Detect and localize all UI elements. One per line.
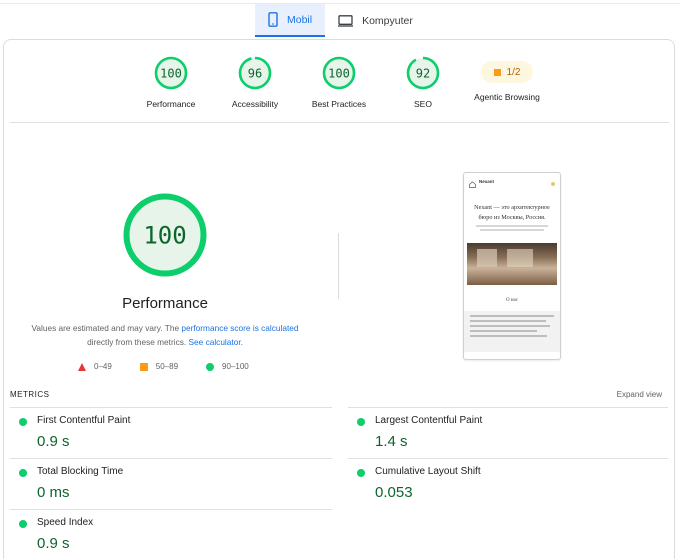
smartphone-icon	[268, 12, 278, 27]
pass-circle-icon	[357, 469, 365, 477]
metric-value: 1.4 s	[375, 433, 408, 450]
category-label: Agentic Browsing	[474, 92, 540, 102]
metric-name: First Contentful Paint	[37, 415, 131, 426]
score-legend: 0–49 50–89 90–100	[78, 362, 277, 371]
score-gauge: 92	[406, 56, 440, 90]
pass-circle-icon	[19, 418, 27, 426]
thumb-brand-name: Nexant	[479, 179, 495, 184]
estimate-note: Values are estimated and may vary. The p…	[20, 321, 310, 349]
legend-average: 50–89	[139, 362, 179, 371]
metric-value: 0.053	[375, 484, 413, 501]
tab-mobile-label: Mobil	[287, 13, 313, 26]
legend-range: 90–100	[222, 362, 249, 371]
thumb-interior-photo	[467, 243, 557, 285]
performance-score: 100	[143, 222, 186, 250]
legend-range: 50–89	[155, 362, 179, 371]
thumb-text-block	[464, 311, 560, 352]
thumb-text-line	[476, 225, 548, 227]
section-divider	[10, 122, 669, 123]
thumb-headline: Nexant — это архитектурное бюро из Москв…	[474, 204, 550, 221]
score-value: 100	[328, 67, 350, 81]
score-gauge: 100	[154, 56, 188, 90]
score-value: 100	[160, 67, 182, 81]
score-gauge: 96	[238, 56, 272, 90]
circle-icon	[206, 362, 215, 371]
performance-title: Performance	[122, 295, 208, 312]
pass-circle-icon	[19, 520, 27, 528]
metric-value: 0.9 s	[37, 535, 70, 552]
see-calculator-link[interactable]: See calculator.	[189, 337, 243, 347]
house-logo-icon	[469, 180, 476, 188]
metric-name: Largest Contentful Paint	[375, 415, 483, 426]
square-icon	[139, 362, 148, 371]
legend-fail: 0–49	[78, 362, 112, 371]
vertical-divider	[338, 233, 339, 299]
score-calculated-link[interactable]: performance score is calculated	[181, 323, 298, 333]
menu-icon	[551, 182, 555, 186]
metric-divider	[10, 458, 332, 459]
thumb-brand: Nexant	[479, 179, 494, 189]
score-value: 92	[416, 67, 430, 81]
page-screenshot-thumbnail[interactable]: Nexant Nexant — это архитектурное бюро и…	[463, 172, 561, 360]
agentic-score: 1/2	[506, 66, 521, 78]
metrics-heading: METRICS	[10, 390, 50, 399]
average-square-icon	[493, 68, 501, 76]
expand-view-toggle[interactable]: Expand view	[617, 390, 662, 399]
thumb-text-line	[480, 229, 544, 231]
legend-pass: 90–100	[206, 362, 249, 371]
desktop-icon	[338, 14, 354, 27]
pass-circle-icon	[357, 418, 365, 426]
metric-divider	[10, 509, 332, 510]
thumb-section-title: О нас	[506, 298, 518, 303]
metric-divider	[348, 407, 668, 408]
agentic-score-badge: 1/2	[481, 61, 533, 83]
score-value: 96	[248, 67, 262, 81]
metric-name: Cumulative Layout Shift	[375, 466, 481, 477]
performance-gauge: 100	[123, 193, 207, 277]
triangle-icon	[78, 362, 86, 371]
note-text: Values are estimated and may vary. The	[31, 323, 182, 333]
metric-divider	[348, 458, 668, 459]
note-text: directly from these metrics.	[87, 337, 189, 347]
metric-divider	[10, 407, 332, 408]
legend-range: 0–49	[94, 362, 112, 371]
thumb-header: Nexant	[464, 173, 560, 189]
pass-circle-icon	[19, 469, 27, 477]
tab-desktop[interactable]: Kompyuter	[325, 4, 426, 37]
metric-value: 0 ms	[37, 484, 70, 501]
metric-name: Speed Index	[37, 517, 94, 528]
tab-desktop-label: Kompyuter	[362, 14, 413, 27]
metric-name: Total Blocking Time	[37, 466, 124, 477]
category-agentic-browsing[interactable]: 1/2 Agentic Browsing	[457, 56, 557, 102]
metric-value: 0.9 s	[37, 433, 70, 450]
tab-mobile[interactable]: Mobil	[255, 4, 326, 37]
score-gauge: 100	[322, 56, 356, 90]
device-tabs: Mobil Kompyuter	[255, 4, 426, 37]
